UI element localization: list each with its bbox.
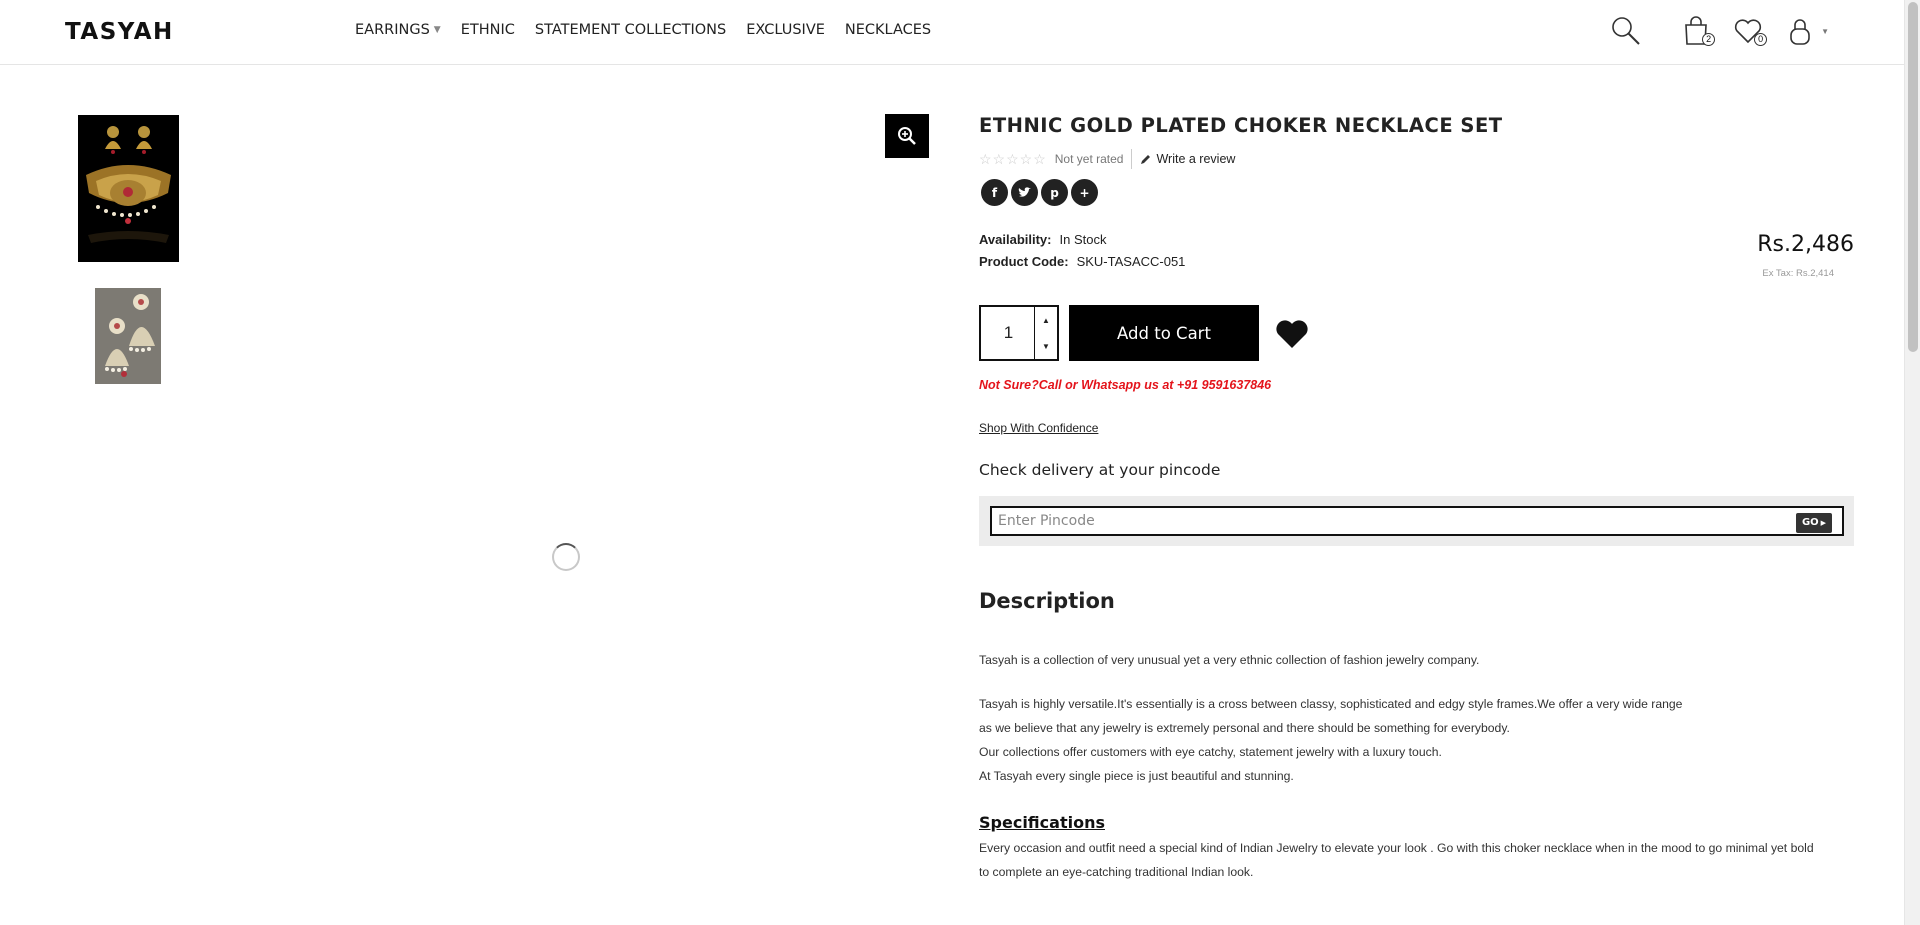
specifications-text: Every occasion and outfit need a special… [979,841,1814,855]
share-buttons: f p + [981,179,1098,206]
search-button[interactable] [1609,14,1643,48]
write-review-link[interactable]: Write a review [1140,152,1235,166]
header-actions: 2 0 ▼ [1609,14,1829,48]
availability-label: Availability: [979,232,1052,247]
ex-tax-price: Ex Tax: Rs.2,414 [1762,268,1834,279]
pencil-icon [1141,154,1151,164]
rating-row: ☆☆☆☆☆ Not yet rated Write a review [979,149,1235,169]
loading-spinner-icon [552,543,580,571]
facebook-share-button[interactable]: f [981,179,1008,206]
product-code: Product Code: SKU-TASACC-051 [979,254,1185,269]
page-scrollbar[interactable] [1904,0,1920,925]
rating-text: Not yet rated [1054,152,1124,166]
nav-item-exclusive[interactable]: EXCLUSIVE [746,22,825,38]
pincode-checker: Enter Pincode GO ▶ [979,496,1854,546]
nav-item-ethnic[interactable]: ETHNIC [461,22,515,38]
wishlist-count-badge: 0 [1754,33,1768,46]
cart-count-badge: 2 [1702,33,1716,46]
write-review-label: Write a review [1156,152,1236,166]
necklace-set-image [78,115,179,262]
chevron-down-icon: ▼ [433,25,441,35]
description-paragraph: Our collections offer customers with eye… [979,745,1442,759]
nav-label: EARRINGS [355,22,430,38]
nav-label: NECKLACES [844,22,932,38]
nav-label: EXCLUSIVE [746,22,825,38]
star-rating-icon: ☆☆☆☆☆ [979,150,1047,167]
description-paragraph: as we believe that any jewelry is extrem… [979,721,1510,735]
nav-item-necklaces[interactable]: NECKLACES [845,22,931,38]
product-price: Rs.2,486 [1757,232,1854,257]
product-code-value: SKU-TASACC-051 [1076,254,1186,269]
description-paragraph: Tasyah is highly versatile.It's essentia… [979,697,1683,711]
pincode-go-button[interactable]: GO ▶ [1796,513,1832,533]
pinterest-icon: p [1050,185,1059,200]
add-to-wishlist-button[interactable] [1275,318,1309,350]
description-paragraph: At Tasyah every single piece is just bea… [979,769,1294,783]
quantity-controls: ▲ ▼ [1034,307,1057,359]
pincode-heading: Check delivery at your pincode [979,461,1221,479]
plus-icon: + [1079,185,1090,200]
chevron-down-icon: ▼ [1042,341,1050,351]
jhumka-earrings-image [95,288,161,384]
divider [1131,149,1133,169]
cart-button[interactable]: 2 [1679,14,1716,48]
twitter-icon [1018,187,1031,197]
main-nav: EARRINGS ▼ ETHNIC STATEMENT COLLECTIONS … [355,22,931,38]
product-code-label: Product Code: [979,254,1069,269]
go-label: GO [1801,517,1819,528]
scrollbar-thumb[interactable] [1908,2,1918,352]
shop-with-confidence-link[interactable]: Shop With Confidence [979,421,1098,435]
specifications-heading: Specifications [979,813,1105,832]
site-logo[interactable]: TASYAH [65,19,174,45]
availability-value: In Stock [1059,232,1107,247]
nav-item-earrings[interactable]: EARRINGS ▼ [355,22,441,38]
user-icon [1790,19,1810,45]
quantity-decrease-button[interactable]: ▼ [1035,333,1057,359]
product-thumbnail-1[interactable] [78,115,179,262]
specifications-text: to complete an eye-catching traditional … [979,865,1254,879]
chevron-up-icon: ▲ [1042,315,1050,325]
description-paragraph: Tasyah is a collection of very unusual y… [979,653,1480,667]
account-button[interactable] [1783,14,1817,48]
quantity-stepper: 1 ▲ ▼ [979,305,1059,361]
facebook-icon: f [991,185,998,200]
heart-icon [1276,320,1308,348]
more-share-button[interactable]: + [1071,179,1098,206]
caret-right-icon: ▶ [1820,519,1827,527]
product-title: ETHNIC GOLD PLATED CHOKER NECKLACE SET [979,114,1503,137]
zoom-button[interactable] [885,114,929,158]
add-to-cart-button[interactable]: Add to Cart [1069,305,1259,361]
site-header: TASYAH EARRINGS ▼ ETHNIC STATEMENT COLLE… [0,0,1904,65]
nav-label: ETHNIC [460,22,515,38]
product-thumbnail-2[interactable] [95,288,161,384]
twitter-share-button[interactable] [1011,179,1038,206]
nav-label: STATEMENT COLLECTIONS [534,22,727,38]
quantity-increase-button[interactable]: ▲ [1035,307,1057,333]
description-heading: Description [979,589,1115,613]
pinterest-share-button[interactable]: p [1041,179,1068,206]
zoom-in-icon [898,127,916,145]
contact-note: Not Sure?Call or Whatsapp us at +91 9591… [979,378,1272,392]
availability: Availability: In Stock [979,232,1106,247]
wishlist-button[interactable]: 0 [1731,14,1768,48]
pincode-placeholder: Enter Pincode [998,513,1095,529]
nav-item-statement-collections[interactable]: STATEMENT COLLECTIONS [535,22,726,38]
search-icon [1612,17,1640,45]
chevron-down-icon: ▼ [1821,26,1829,36]
quantity-input[interactable]: 1 [981,307,1036,359]
pincode-input[interactable]: Enter Pincode GO ▶ [990,506,1844,536]
